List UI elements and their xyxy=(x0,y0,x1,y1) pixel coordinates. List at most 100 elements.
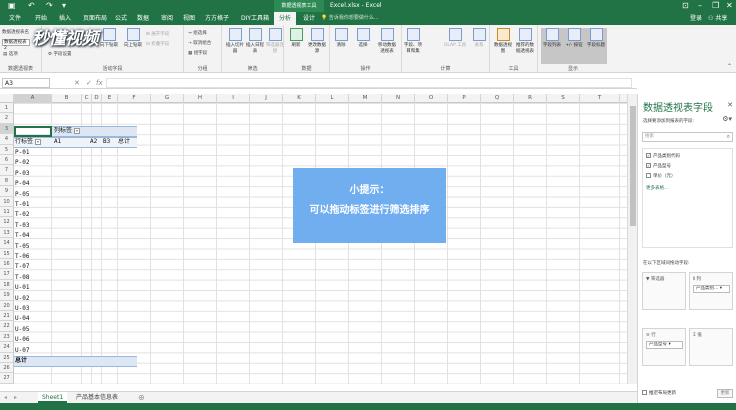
plus-minus-buttons-toggle[interactable]: +/- 按钮 xyxy=(563,28,585,64)
column-header[interactable]: F xyxy=(118,94,151,103)
checkbox-checked-icon[interactable]: ✓ xyxy=(646,153,651,158)
column-item[interactable]: A1 xyxy=(54,137,61,147)
vertical-scrollbar[interactable] xyxy=(627,94,637,384)
column-labels-filter-icon[interactable]: ▾ xyxy=(74,127,81,134)
field-list-button[interactable]: 字段列表 xyxy=(541,28,563,64)
columns-area[interactable]: ⦀ 列产品类别... ▾ xyxy=(689,272,733,310)
group-field-button[interactable]: ▦ 组字段 xyxy=(188,50,207,56)
pivot-row-item[interactable]: T-02 xyxy=(15,210,29,220)
more-tables-link[interactable]: 更多表格... xyxy=(646,185,668,191)
checkbox-empty-icon[interactable] xyxy=(646,173,651,178)
column-header[interactable]: H xyxy=(184,94,217,103)
row-header[interactable]: 10 xyxy=(0,196,14,207)
pivot-row-item[interactable]: U-02 xyxy=(15,294,29,304)
column-header[interactable]: C xyxy=(82,94,92,103)
tab-review[interactable]: 审阅 xyxy=(156,12,178,25)
row-header[interactable]: 4 xyxy=(0,134,14,145)
row-header[interactable]: 17 xyxy=(0,269,14,280)
close-icon[interactable]: ✕ xyxy=(726,0,733,12)
collapse-field-button[interactable]: ⊟ 折叠字段 xyxy=(146,41,169,47)
pivot-row-item[interactable]: T-01 xyxy=(15,200,29,210)
defer-update-option[interactable]: 推迟布局更新 xyxy=(642,390,676,396)
formula-input[interactable] xyxy=(106,78,632,88)
checkbox-empty-icon[interactable] xyxy=(642,390,647,395)
row-header[interactable]: 3 xyxy=(0,123,14,135)
gear-icon[interactable]: ⚙▾ xyxy=(722,115,732,123)
pivot-row-item[interactable]: U-03 xyxy=(15,304,29,314)
rows-area[interactable]: ≡ 行产品型号 ▾ xyxy=(642,328,686,366)
column-item[interactable]: B3 xyxy=(103,137,110,147)
sheet-tab-sheet1[interactable]: Sheet1 xyxy=(38,392,68,403)
values-area[interactable]: Σ 值 xyxy=(689,328,733,366)
row-header[interactable]: 11 xyxy=(0,207,14,218)
pivot-row-item[interactable]: P-01 xyxy=(15,148,29,158)
field-item[interactable]: ✓ 产品型号 xyxy=(646,163,671,169)
update-button[interactable]: 更新 xyxy=(717,389,733,398)
field-item[interactable]: 单价（元） xyxy=(646,173,676,179)
column-header[interactable]: I xyxy=(217,94,250,103)
row-header[interactable]: 12 xyxy=(0,217,14,228)
drill-down-button[interactable]: 向下钻取 xyxy=(98,28,120,64)
row-labels-header[interactable]: 行标签 ▾ xyxy=(15,137,42,147)
pivotchart-button[interactable]: 数据透视图 xyxy=(492,28,514,64)
select-all-corner[interactable] xyxy=(0,94,14,103)
filter-connections-button[interactable]: 筛选器连接 xyxy=(264,28,286,64)
row-header[interactable]: 6 xyxy=(0,155,14,166)
sheet-tab-product-info[interactable]: 产品基本信息表 xyxy=(72,392,122,403)
pivot-row-item[interactable]: T-08 xyxy=(15,273,29,283)
column-header[interactable]: O xyxy=(415,94,448,103)
column-header[interactable]: N xyxy=(382,94,415,103)
group-selection-button[interactable]: → 组选择 xyxy=(188,30,207,36)
row-header[interactable]: 18 xyxy=(0,279,14,291)
checkbox-checked-icon[interactable]: ✓ xyxy=(646,163,651,168)
tab-file[interactable]: 文件 xyxy=(4,12,26,25)
grand-total-label[interactable]: 总计 xyxy=(15,356,27,366)
pivot-name-input[interactable]: 数据透视表2 xyxy=(2,39,30,51)
fields-items-sets-button[interactable]: 字段、项目和集 xyxy=(402,28,424,64)
row-header[interactable]: 7 xyxy=(0,165,14,176)
close-pane-icon[interactable]: ✕ xyxy=(727,101,733,109)
filters-area[interactable]: ▼ 筛选器 xyxy=(642,272,686,310)
column-header[interactable]: P xyxy=(448,94,481,103)
row-header[interactable]: 19 xyxy=(0,290,14,301)
next-sheet-icon[interactable]: ▸ xyxy=(14,392,17,403)
column-labels-header[interactable]: 列标签 ▾ xyxy=(54,126,81,136)
save-icon[interactable]: ▣ xyxy=(8,1,16,10)
options-button[interactable]: ▤ 选项 xyxy=(3,51,18,57)
column-header[interactable]: Q xyxy=(481,94,514,103)
enter-icon[interactable]: ✓ xyxy=(86,77,92,89)
cancel-icon[interactable]: ✕ xyxy=(74,77,80,89)
row-labels-filter-icon[interactable]: ▾ xyxy=(35,138,42,145)
recommended-pivot-button[interactable]: 推荐的数据透视表 xyxy=(514,28,536,64)
column-header[interactable]: R xyxy=(514,94,547,103)
column-header[interactable]: A xyxy=(14,94,52,103)
collapse-ribbon-icon[interactable]: ⌃ xyxy=(727,63,732,70)
clear-button[interactable]: 清除 xyxy=(330,28,352,64)
row-header[interactable]: 8 xyxy=(0,175,14,187)
tab-analyze[interactable]: 分析 xyxy=(274,12,297,25)
name-box[interactable]: A3 xyxy=(2,78,50,88)
tab-view[interactable]: 视图 xyxy=(178,12,200,25)
expand-field-button[interactable]: ⊞ 展开字段 xyxy=(146,31,169,37)
column-header[interactable]: S xyxy=(547,94,580,103)
tab-formulas[interactable]: 公式 xyxy=(110,12,132,25)
pivot-row-item[interactable]: P-03 xyxy=(15,169,29,179)
row-header[interactable]: 13 xyxy=(0,227,14,239)
column-header[interactable]: M xyxy=(349,94,382,103)
column-header[interactable]: B xyxy=(52,94,82,103)
insert-function-icon[interactable]: fx xyxy=(96,77,103,89)
pivot-row-item[interactable]: U-06 xyxy=(15,335,29,345)
pivot-row-item[interactable]: U-05 xyxy=(15,325,29,335)
row-header[interactable]: 15 xyxy=(0,248,14,259)
tab-design[interactable]: 设计 xyxy=(298,12,320,25)
row-header[interactable]: 9 xyxy=(0,186,14,197)
change-source-button[interactable]: 更改数据源 xyxy=(306,28,328,64)
field-headers-toggle[interactable]: 字段标题 xyxy=(585,28,607,64)
column-header[interactable]: D xyxy=(92,94,102,103)
row-header[interactable]: 20 xyxy=(0,300,14,311)
field-item[interactable]: ✓ 产品类别代码 xyxy=(646,153,680,159)
column-item[interactable]: 总计 xyxy=(118,137,130,147)
field-settings-button[interactable]: ⚙ 字段设置 xyxy=(48,51,71,57)
redo-icon[interactable]: ↷ xyxy=(46,1,53,10)
share-button[interactable]: ⚇ 共享 xyxy=(708,12,727,25)
